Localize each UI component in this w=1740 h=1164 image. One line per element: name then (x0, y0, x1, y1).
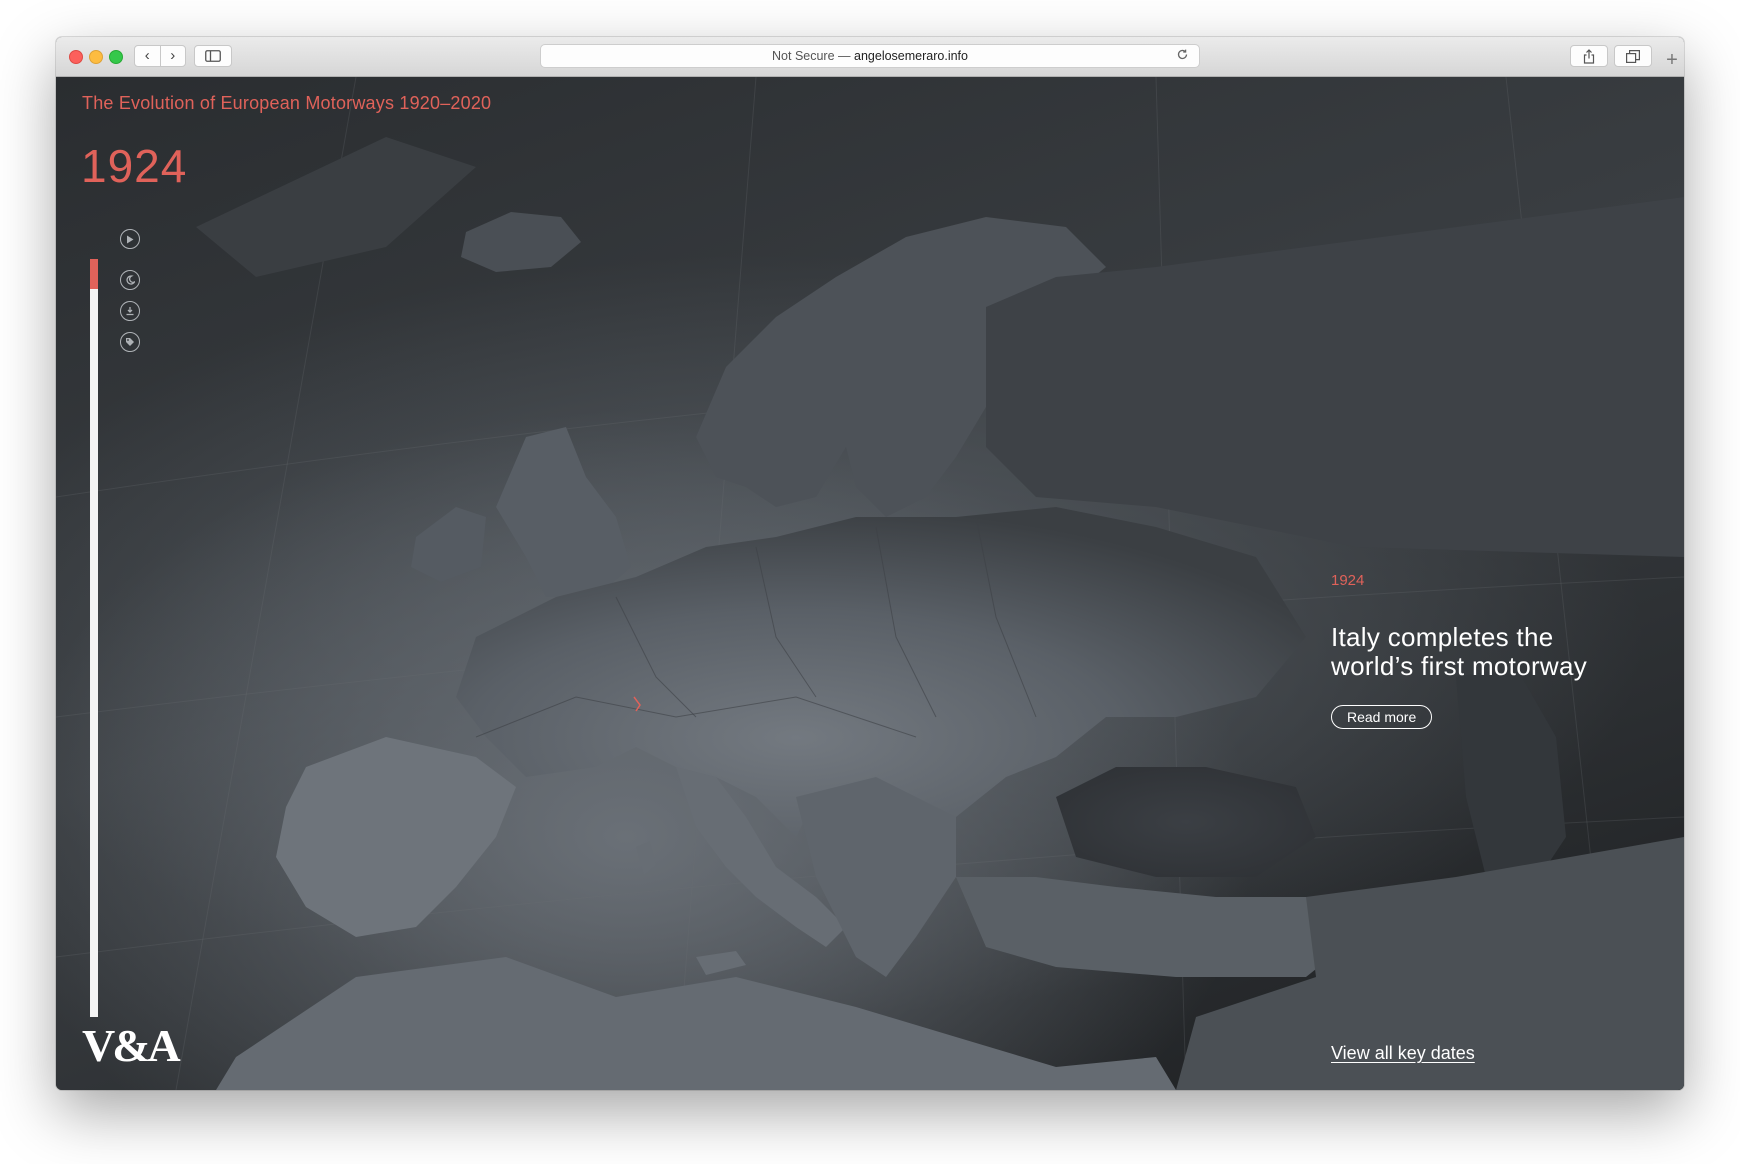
download-button[interactable] (120, 301, 140, 321)
security-label: Not Secure — (772, 49, 851, 63)
view-all-key-dates-link[interactable]: View all key dates (1331, 1043, 1475, 1064)
va-logo[interactable]: V&A (82, 1019, 181, 1072)
event-year: 1924 (1331, 572, 1365, 589)
forward-button[interactable]: › (161, 46, 186, 66)
reload-icon[interactable] (1176, 48, 1189, 64)
close-window-button[interactable] (69, 50, 83, 64)
tag-icon (126, 338, 134, 346)
sidebar-toggle-button[interactable] (194, 45, 232, 67)
url-host: angelosemeraro.info (854, 49, 968, 63)
browser-toolbar: ‹ › Not Secure — angelosemeraro.info + (56, 37, 1684, 77)
new-tab-button[interactable]: + (1660, 46, 1684, 74)
timeline-slider[interactable] (90, 259, 98, 1017)
read-more-button[interactable]: Read more (1331, 705, 1433, 729)
current-year: 1924 (81, 140, 188, 192)
tabs-icon (1626, 49, 1640, 63)
tag-button[interactable] (120, 332, 140, 352)
timeline-progress (90, 259, 98, 289)
maximize-window-button[interactable] (109, 50, 123, 64)
play-icon (127, 235, 134, 243)
minimize-window-button[interactable] (89, 50, 103, 64)
download-icon (126, 307, 134, 316)
moon-icon (126, 275, 135, 285)
share-button[interactable] (1570, 45, 1608, 67)
page-viewport: The Evolution of European Motorways 1920… (56, 77, 1684, 1090)
address-bar[interactable]: Not Secure — angelosemeraro.info (540, 44, 1200, 68)
browser-window: ‹ › Not Secure — angelosemeraro.info + T… (56, 37, 1684, 1090)
back-button[interactable]: ‹ (135, 46, 161, 66)
site-title: The Evolution of European Motorways 1920… (82, 93, 492, 113)
navigation-buttons: ‹ › (134, 45, 186, 67)
share-icon (1583, 48, 1595, 64)
show-tabs-button[interactable] (1614, 45, 1652, 67)
play-button[interactable] (120, 229, 140, 249)
dark-mode-button[interactable] (120, 270, 140, 290)
event-headline: Italy completes the world’s first motorw… (1331, 622, 1588, 681)
europe-map[interactable] (56, 77, 1684, 1090)
sidebar-icon (205, 50, 221, 62)
